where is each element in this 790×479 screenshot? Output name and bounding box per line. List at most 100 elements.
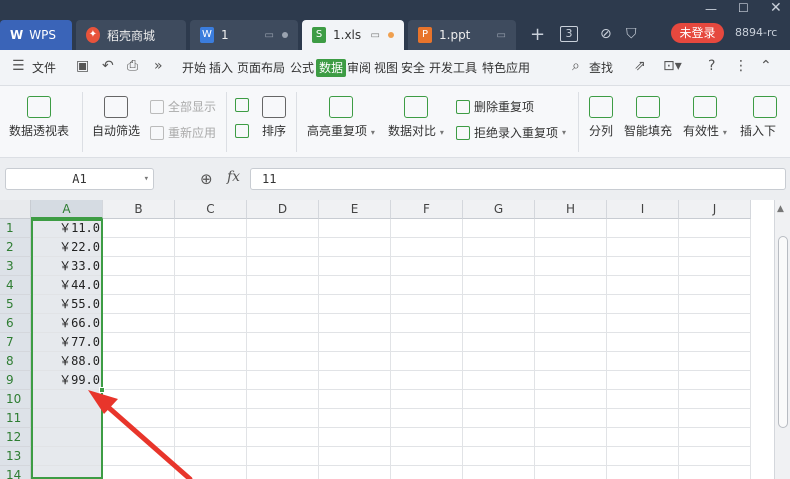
row-header-3[interactable]: 3: [0, 257, 31, 276]
cell-i3[interactable]: [607, 257, 679, 276]
row-header-11[interactable]: 11: [0, 409, 31, 428]
row-header-13[interactable]: 13: [0, 447, 31, 466]
cell-j10[interactable]: [679, 390, 751, 409]
cell-e10[interactable]: [319, 390, 391, 409]
cell-c3[interactable]: [175, 257, 247, 276]
cell-d3[interactable]: [247, 257, 319, 276]
cell-d6[interactable]: [247, 314, 319, 333]
cell-c8[interactable]: [175, 352, 247, 371]
cell-f6[interactable]: [391, 314, 463, 333]
cell-e6[interactable]: [319, 314, 391, 333]
cell-a10[interactable]: [31, 390, 103, 409]
row-header-5[interactable]: 5: [0, 295, 31, 314]
cell-f9[interactable]: [391, 371, 463, 390]
cell-i10[interactable]: [607, 390, 679, 409]
maximize-icon[interactable]: ☐: [738, 1, 749, 15]
cell-b5[interactable]: [103, 295, 175, 314]
cell-d2[interactable]: [247, 238, 319, 257]
cell-h3[interactable]: [535, 257, 607, 276]
cell-c6[interactable]: [175, 314, 247, 333]
tab-count-badge[interactable]: 3: [560, 26, 578, 42]
cell-j14[interactable]: [679, 466, 751, 479]
cell-i1[interactable]: [607, 219, 679, 238]
cell-i5[interactable]: [607, 295, 679, 314]
cell-d5[interactable]: [247, 295, 319, 314]
delete-duplicates-button[interactable]: 删除重复项: [456, 98, 534, 115]
cell-d14[interactable]: [247, 466, 319, 479]
select-all-corner[interactable]: [0, 200, 31, 219]
auto-filter-button[interactable]: 自动筛选: [92, 96, 140, 139]
cell-g5[interactable]: [463, 295, 535, 314]
cell-f13[interactable]: [391, 447, 463, 466]
row-header-2[interactable]: 2: [0, 238, 31, 257]
cell-g14[interactable]: [463, 466, 535, 479]
highlight-duplicates-button[interactable]: 高亮重复项 ▾: [307, 96, 375, 139]
cell-g7[interactable]: [463, 333, 535, 352]
minimize-icon[interactable]: —: [705, 2, 717, 16]
cell-f12[interactable]: [391, 428, 463, 447]
cell-a2[interactable]: ￥22.0: [31, 238, 103, 257]
cell-j4[interactable]: [679, 276, 751, 295]
cell-d10[interactable]: [247, 390, 319, 409]
cell-e8[interactable]: [319, 352, 391, 371]
cell-a12[interactable]: [31, 428, 103, 447]
cell-j9[interactable]: [679, 371, 751, 390]
tool-dropdown-icon[interactable]: ⊡▾: [663, 58, 682, 74]
cell-b1[interactable]: [103, 219, 175, 238]
cell-i14[interactable]: [607, 466, 679, 479]
cell-b9[interactable]: [103, 371, 175, 390]
cell-g13[interactable]: [463, 447, 535, 466]
column-header-c[interactable]: C: [175, 200, 247, 219]
cell-i7[interactable]: [607, 333, 679, 352]
chevron-down-icon[interactable]: ▾: [144, 169, 149, 189]
cell-f4[interactable]: [391, 276, 463, 295]
menu-insert[interactable]: 插入: [209, 59, 233, 77]
cell-h6[interactable]: [535, 314, 607, 333]
tab-document-1[interactable]: W 1 ▭: [190, 20, 298, 50]
cell-d1[interactable]: [247, 219, 319, 238]
cell-j12[interactable]: [679, 428, 751, 447]
sort-button[interactable]: 排序: [262, 96, 286, 139]
cell-e11[interactable]: [319, 409, 391, 428]
validity-button[interactable]: 有效性 ▾: [683, 96, 727, 139]
menu-data[interactable]: 数据: [316, 59, 347, 77]
formula-input[interactable]: 11: [250, 168, 786, 190]
cell-b10[interactable]: [103, 390, 175, 409]
cell-i2[interactable]: [607, 238, 679, 257]
cell-f8[interactable]: [391, 352, 463, 371]
row-header-1[interactable]: 1: [0, 219, 31, 238]
cell-a13[interactable]: [31, 447, 103, 466]
cell-b12[interactable]: [103, 428, 175, 447]
cell-b13[interactable]: [103, 447, 175, 466]
cell-f2[interactable]: [391, 238, 463, 257]
login-button[interactable]: 未登录: [671, 23, 724, 43]
cell-g8[interactable]: [463, 352, 535, 371]
cell-g11[interactable]: [463, 409, 535, 428]
cell-i9[interactable]: [607, 371, 679, 390]
cell-g3[interactable]: [463, 257, 535, 276]
cell-g12[interactable]: [463, 428, 535, 447]
cell-j3[interactable]: [679, 257, 751, 276]
fill-handle[interactable]: [99, 387, 105, 393]
cell-j1[interactable]: [679, 219, 751, 238]
cell-c2[interactable]: [175, 238, 247, 257]
cell-c14[interactable]: [175, 466, 247, 479]
cell-g6[interactable]: [463, 314, 535, 333]
cell-h8[interactable]: [535, 352, 607, 371]
cell-i4[interactable]: [607, 276, 679, 295]
scroll-up-icon[interactable]: ▲: [777, 204, 784, 214]
row-header-7[interactable]: 7: [0, 333, 31, 352]
column-header-f[interactable]: F: [391, 200, 463, 219]
menu-review[interactable]: 审阅: [347, 59, 371, 77]
cell-h2[interactable]: [535, 238, 607, 257]
undo-icon[interactable]: ↶: [102, 58, 114, 74]
cell-i13[interactable]: [607, 447, 679, 466]
column-header-j[interactable]: J: [679, 200, 751, 219]
menu-view[interactable]: 视图: [374, 59, 398, 77]
cell-j8[interactable]: [679, 352, 751, 371]
menu-security[interactable]: 安全: [401, 59, 425, 77]
close-icon[interactable]: ✕: [770, 0, 782, 16]
cell-h4[interactable]: [535, 276, 607, 295]
data-compare-button[interactable]: 数据对比 ▾: [388, 96, 444, 139]
menu-page-layout[interactable]: 页面布局: [237, 59, 285, 77]
